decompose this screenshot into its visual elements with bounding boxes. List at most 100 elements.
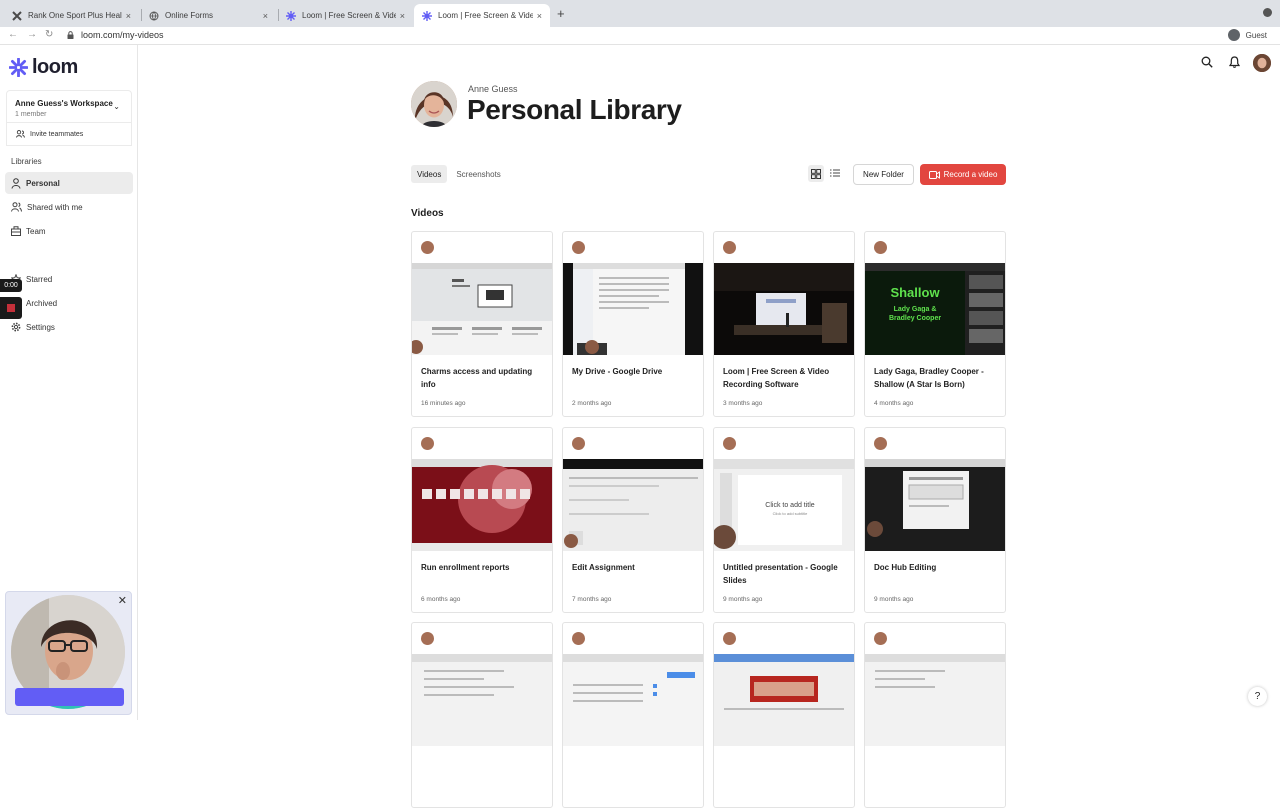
url-text[interactable]: loom.com/my-videos [81, 30, 164, 40]
tab-screenshots[interactable]: Screenshots [450, 165, 506, 183]
sidebar-item-starred[interactable]: Starred [5, 268, 133, 290]
video-card[interactable]: My Drive - Google Drive 2 months ago [562, 231, 704, 417]
video-thumbnail[interactable] [865, 459, 1005, 551]
close-icon[interactable]: × [263, 11, 268, 21]
video-camera-icon [928, 170, 940, 179]
loom-favicon [422, 10, 432, 21]
grid-view-button[interactable] [808, 165, 824, 182]
browser-tab-active[interactable]: Loom | Free Screen & Video Re × [414, 4, 550, 27]
sidebar-item-label: Starred [26, 274, 53, 284]
creator-avatar [723, 632, 736, 645]
video-card[interactable]: Edit Assignment 7 months ago [562, 427, 704, 613]
video-card[interactable] [562, 622, 704, 808]
help-button[interactable]: ? [1248, 687, 1267, 706]
sidebar-item-shared[interactable]: Shared with me [5, 196, 133, 218]
video-date: 9 months ago [874, 596, 914, 603]
new-folder-button[interactable]: New Folder [853, 164, 914, 185]
sidebar-item-personal[interactable]: Personal [5, 172, 133, 194]
creator-avatar [421, 632, 434, 645]
sidebar-item-settings[interactable]: Settings [5, 316, 133, 338]
video-thumbnail[interactable] [563, 654, 703, 746]
sidebar-item-team[interactable]: Team [5, 220, 133, 242]
profile-label: Guest [1245, 30, 1267, 40]
video-thumbnail[interactable] [714, 263, 854, 355]
person-icon [11, 177, 21, 189]
sidebar: loom Anne Guess's Workspace 1 member ⌄ I… [0, 45, 138, 720]
video-thumbnail[interactable] [412, 459, 552, 551]
list-view-button[interactable] [828, 166, 842, 180]
video-thumbnail[interactable]: Click to add title Click to add subtitle [714, 459, 854, 551]
loom-favicon [286, 10, 296, 21]
bell-icon[interactable] [1229, 56, 1240, 68]
video-thumbnail[interactable] [865, 654, 1005, 746]
tab-title: Online Forms [165, 11, 214, 20]
video-date: 9 months ago [723, 596, 763, 603]
invite-label: Invite teammates [30, 130, 84, 138]
video-title[interactable]: Charms access and updating info [421, 366, 545, 391]
video-date: 16 minutes ago [421, 400, 466, 407]
reload-icon[interactable]: ↻ [45, 29, 53, 40]
video-title[interactable]: My Drive - Google Drive [572, 366, 696, 379]
close-icon[interactable]: ✕ [118, 594, 127, 607]
user-avatar[interactable] [1253, 54, 1271, 72]
video-date: 3 months ago [723, 400, 763, 407]
video-card[interactable]: Doc Hub Editing 9 months ago [864, 427, 1006, 613]
record-video-button[interactable]: Record a video [920, 164, 1006, 185]
video-thumbnail[interactable] [714, 654, 854, 746]
camera-controls-bar[interactable] [15, 688, 124, 706]
loom-logo[interactable]: loom [9, 56, 78, 79]
forward-icon[interactable]: → [27, 29, 37, 40]
workspace-switcher[interactable]: Anne Guess's Workspace 1 member ⌄ [6, 90, 132, 123]
video-title[interactable]: Edit Assignment [572, 562, 696, 575]
back-icon[interactable]: ← [8, 29, 18, 40]
video-title[interactable]: Untitled presentation - Google Slides [723, 562, 847, 587]
video-thumbnail[interactable]: Shallow Lady Gaga & Bradley Cooper [865, 263, 1005, 355]
video-card[interactable] [864, 622, 1006, 808]
close-icon[interactable]: × [400, 11, 405, 21]
tab-videos[interactable]: Videos [411, 165, 448, 183]
video-title[interactable]: Doc Hub Editing [874, 562, 998, 575]
creator-avatar [572, 437, 585, 450]
video-card[interactable]: Click to add title Click to add subtitle … [713, 427, 855, 613]
record-video-label: Record a video [943, 170, 998, 179]
video-thumbnail[interactable] [563, 459, 703, 551]
people-icon [16, 130, 25, 138]
close-icon[interactable]: × [126, 11, 131, 21]
search-icon[interactable] [1201, 56, 1213, 68]
sidebar-item-archived[interactable]: Archived [5, 292, 133, 314]
video-card[interactable]: Run enrollment reports 6 months ago [411, 427, 553, 613]
video-title[interactable]: Run enrollment reports [421, 562, 545, 575]
chevron-down-icon: ⌄ [113, 102, 120, 111]
page-title: Personal Library [467, 94, 682, 125]
library-owner: Anne Guess [468, 84, 518, 94]
creator-avatar [572, 632, 585, 645]
creator-avatar [874, 241, 887, 254]
browser-tab[interactable]: Rank One Sport Plus Health × [4, 4, 139, 27]
video-thumbnail[interactable] [563, 263, 703, 355]
logo-text: loom [32, 56, 78, 78]
video-card[interactable]: Loom | Free Screen & Video Recording Sof… [713, 231, 855, 417]
tab-title: Loom | Free Screen & Video Re [438, 11, 533, 20]
close-icon[interactable]: × [537, 11, 542, 21]
video-title[interactable]: Loom | Free Screen & Video Recording Sof… [723, 366, 847, 391]
profile-button[interactable]: Guest [1227, 29, 1267, 41]
video-card[interactable]: Shallow Lady Gaga & Bradley Cooper Lady Ga… [864, 231, 1006, 417]
browser-tab[interactable]: Loom | Free Screen & Video Re × [278, 4, 413, 27]
tab-search-icon[interactable] [1263, 8, 1272, 17]
video-date: 4 months ago [874, 400, 914, 407]
video-card[interactable]: Charms access and updating info 16 minut… [411, 231, 553, 417]
video-card[interactable] [713, 622, 855, 808]
new-tab-button[interactable]: + [557, 6, 565, 21]
video-card[interactable] [411, 622, 553, 808]
sidebar-item-label: Shared with me [27, 202, 83, 212]
address-bar: ← → ↻ loom.com/my-videos Guest [0, 27, 1280, 45]
video-thumbnail[interactable] [412, 654, 552, 746]
browser-tab[interactable]: Online Forms × [141, 4, 276, 27]
invite-teammates-button[interactable]: Invite teammates [6, 123, 132, 146]
sidebar-item-label: Archived [26, 298, 58, 308]
camera-bubble[interactable]: ✕ [5, 591, 132, 715]
stop-icon [7, 304, 15, 312]
stop-recording-button[interactable] [0, 297, 22, 319]
video-title[interactable]: Lady Gaga, Bradley Cooper - Shallow (A S… [874, 366, 998, 392]
video-thumbnail[interactable] [412, 263, 552, 355]
